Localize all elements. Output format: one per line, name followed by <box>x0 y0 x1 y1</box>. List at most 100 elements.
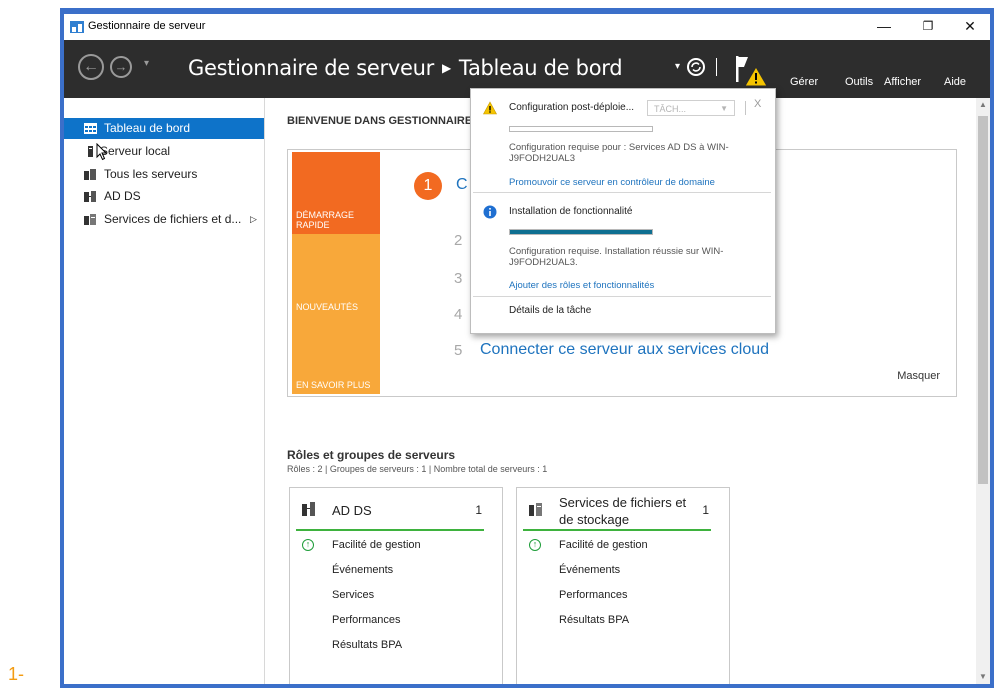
card-row-manageability[interactable]: Facilité de gestion <box>559 539 648 551</box>
roles-heading: Rôles et groupes de serveurs <box>287 448 456 462</box>
info-icon <box>483 205 497 219</box>
forward-arrow-icon[interactable]: → <box>110 56 132 78</box>
card-title: AD DS <box>332 503 372 518</box>
tile-label: DÉMARRAGE RAPIDE <box>296 210 355 230</box>
task-description: Configuration requise. Installation réus… <box>509 246 724 268</box>
refresh-dropdown-icon[interactable]: ▾ <box>675 61 680 72</box>
sidebar: Tableau de bord Serveur local Tous les s… <box>64 98 265 684</box>
card-row-bpa[interactable]: Résultats BPA <box>332 639 402 651</box>
mouse-cursor-icon <box>96 143 108 161</box>
tile-quick-start[interactable]: DÉMARRAGE RAPIDE <box>292 152 380 234</box>
notifications-popup: Configuration post-déploie... TÂCH... ▼ … <box>470 88 776 334</box>
title-bar[interactable]: Gestionnaire de serveur — ❐ ✕ <box>64 14 990 40</box>
close-button[interactable]: ✕ <box>950 14 990 40</box>
card-row-events[interactable]: Événements <box>332 564 393 576</box>
step-link[interactable]: C <box>456 176 468 194</box>
step-link-connect-cloud[interactable]: Connecter ce serveur aux services cloud <box>480 341 769 359</box>
close-notification-button[interactable]: X <box>754 98 761 110</box>
divider <box>473 296 771 297</box>
sidebar-item-all-servers[interactable]: Tous les serveurs <box>64 164 264 185</box>
breadcrumb-page: Tableau de bord <box>458 56 623 80</box>
header-divider <box>716 58 717 76</box>
page-label: 1- <box>8 664 25 684</box>
warning-icon <box>483 101 497 115</box>
file-services-icon <box>84 214 96 225</box>
card-row-performance[interactable]: Performances <box>332 614 400 626</box>
step-number: 2 <box>454 232 463 249</box>
divider <box>473 192 771 193</box>
card-count: 1 <box>702 503 709 517</box>
divider <box>745 101 746 115</box>
maximize-button[interactable]: ❐ <box>908 14 948 40</box>
task-dropdown[interactable]: TÂCH... ▼ <box>647 100 735 116</box>
menu-outils[interactable]: Outils <box>845 76 873 88</box>
sidebar-item-label: AD DS <box>104 189 141 203</box>
sidebar-item-label: Tous les serveurs <box>104 167 198 181</box>
card-row-bpa[interactable]: Résultats BPA <box>559 614 629 626</box>
status-line <box>296 529 484 531</box>
add-roles-link[interactable]: Ajouter des rôles et fonctionnalités <box>509 280 654 291</box>
menu-aide[interactable]: Aide <box>944 76 966 88</box>
ad-ds-icon <box>302 502 315 516</box>
task1-progress-bar <box>509 126 653 132</box>
task2-progress-bar <box>509 229 653 235</box>
server-manager-app-icon <box>70 21 84 33</box>
notification-flag-icon[interactable] <box>734 54 770 88</box>
scroll-thumb[interactable] <box>978 116 988 484</box>
roles-summary: Rôles : 2 | Groupes de serveurs : 1 | No… <box>287 464 548 474</box>
sidebar-item-label: Services de fichiers et d... <box>104 212 242 226</box>
chevron-down-icon: ▼ <box>720 104 728 113</box>
menu-gerer[interactable]: Gérer <box>790 76 818 88</box>
expand-arrow-icon[interactable]: ▷ <box>250 209 257 230</box>
sidebar-item-dashboard[interactable]: Tableau de bord <box>64 118 264 139</box>
task-description: Configuration requise pour : Services AD… <box>509 142 729 164</box>
menu-afficher[interactable]: Afficher <box>884 76 921 88</box>
tile-learn-more[interactable]: EN SAVOIR PLUS <box>292 316 380 394</box>
dashboard-icon <box>84 123 97 134</box>
progress-fill <box>510 230 652 234</box>
scroll-up-icon[interactable]: ▲ <box>976 98 990 112</box>
tile-whats-new[interactable]: NOUVEAUTÉS <box>292 234 380 316</box>
vertical-scrollbar[interactable]: ▲ ▼ <box>976 98 990 684</box>
back-arrow-icon[interactable]: ← <box>78 54 104 80</box>
breadcrumb-app: Gestionnaire de serveur <box>188 56 434 80</box>
status-up-icon: ↑ <box>302 539 314 551</box>
step-number-active: 1 <box>414 172 442 200</box>
servers-icon <box>84 169 96 180</box>
breadcrumb-separator-icon: ▶ <box>441 61 451 75</box>
breadcrumb: Gestionnaire de serveur ▶ Tableau de bord <box>188 56 623 80</box>
ad-ds-icon <box>84 191 96 202</box>
status-up-icon: ↑ <box>529 539 541 551</box>
step-number: 3 <box>454 270 463 287</box>
hide-link[interactable]: Masquer <box>897 370 940 382</box>
tile-label: EN SAVOIR PLUS <box>296 380 371 390</box>
sidebar-item-label: Serveur local <box>100 144 171 158</box>
promote-dc-link[interactable]: Promouvoir ce serveur en contrôleur de d… <box>509 177 715 188</box>
task-title: Installation de fonctionnalité <box>509 206 633 217</box>
card-title: Services de fichiers et de stockage <box>559 495 687 527</box>
sidebar-item-local-server[interactable]: Serveur local <box>64 141 264 162</box>
role-card-ad-ds[interactable]: AD DS 1 ↑ Facilité de gestion Événements… <box>289 487 503 684</box>
card-row-manageability[interactable]: Facilité de gestion <box>332 539 421 551</box>
task-details-link[interactable]: Détails de la tâche <box>509 305 591 316</box>
refresh-icon[interactable] <box>686 57 706 77</box>
card-row-services[interactable]: Services <box>332 589 374 601</box>
window-title: Gestionnaire de serveur <box>88 20 206 32</box>
tile-label: NOUVEAUTÉS <box>296 302 359 312</box>
history-dropdown-icon[interactable]: ▾ <box>144 58 149 69</box>
minimize-button[interactable]: — <box>864 14 904 40</box>
step-number: 4 <box>454 306 463 323</box>
sidebar-item-file-services[interactable]: Services de fichiers et d... ▷ <box>64 209 264 230</box>
scroll-down-icon[interactable]: ▼ <box>976 670 990 684</box>
card-count: 1 <box>475 503 482 517</box>
sidebar-item-ad-ds[interactable]: AD DS <box>64 186 264 207</box>
status-line <box>523 529 711 531</box>
file-services-icon <box>529 503 542 516</box>
card-row-performance[interactable]: Performances <box>559 589 627 601</box>
role-card-file-storage[interactable]: Services de fichiers et de stockage 1 ↑ … <box>516 487 730 684</box>
server-manager-window: Gestionnaire de serveur — ❐ ✕ ← → ▾ Gest… <box>64 14 990 684</box>
task-title: Configuration post-déploie... <box>509 102 635 113</box>
step-number: 5 <box>454 342 463 359</box>
sidebar-item-label: Tableau de bord <box>104 121 191 135</box>
card-row-events[interactable]: Événements <box>559 564 620 576</box>
